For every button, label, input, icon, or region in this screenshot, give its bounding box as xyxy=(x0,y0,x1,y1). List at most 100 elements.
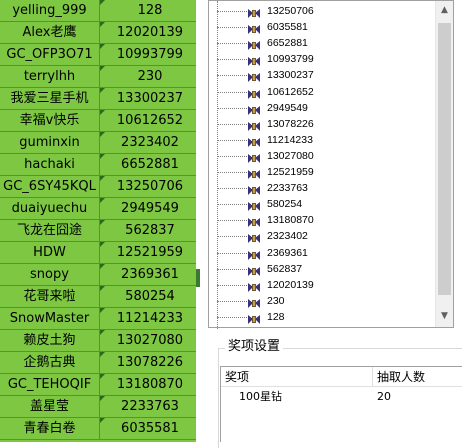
name-cell[interactable]: 盖星莹 xyxy=(0,396,100,417)
value-cell[interactable]: 13250706 xyxy=(100,176,200,197)
table-row[interactable]: hachaki 6652881 xyxy=(0,154,200,176)
tree-item[interactable]: 6035581 xyxy=(209,19,437,37)
node-icon xyxy=(247,53,261,69)
table-row[interactable]: Alex老鹰 12020139 xyxy=(0,22,200,44)
tree-connector xyxy=(217,252,247,254)
name-cell[interactable]: snopy xyxy=(0,264,100,285)
table-row[interactable]: yelling_999 128 xyxy=(0,0,200,22)
table-row[interactable]: HDW 12521959 xyxy=(0,242,200,264)
table-row[interactable]: GC_TEHOQIF 13180870 xyxy=(0,374,200,396)
name-cell[interactable]: HDW xyxy=(0,242,100,263)
tree-item-label: 13250706 xyxy=(267,5,314,17)
value-cell[interactable]: 6652881 xyxy=(100,154,200,175)
value-cell[interactable]: 12020139 xyxy=(100,22,200,43)
tree-item[interactable]: 580254 xyxy=(209,196,437,214)
tree-item-label: 10993799 xyxy=(267,53,314,66)
value-cell[interactable]: 2369361 xyxy=(100,264,200,285)
tree-item[interactable]: 11214233 xyxy=(209,132,437,149)
value-cell[interactable]: 10993799 xyxy=(100,44,200,65)
tree-connector xyxy=(217,75,247,77)
table-row[interactable]: 花哥来啦 580254 xyxy=(0,286,200,308)
tree-scrollbar[interactable]: ▲ ▼ xyxy=(435,1,453,327)
name-cell[interactable]: terrylhh xyxy=(0,66,100,87)
name-cell[interactable]: SnowMaster xyxy=(0,308,100,329)
tree-item[interactable]: 12020139 xyxy=(209,277,437,294)
table-row[interactable]: 企鹅古典 13078226 xyxy=(0,352,200,374)
table-row[interactable]: guminxin 2323402 xyxy=(0,132,200,154)
value-cell[interactable]: 10612652 xyxy=(100,110,200,131)
table-row[interactable]: snopy 2369361 xyxy=(0,264,200,286)
column-header-count[interactable]: 抽取人数 xyxy=(373,367,462,387)
name-cell[interactable]: 青春白卷 xyxy=(0,418,100,439)
prize-table[interactable]: 奖项 抽取人数 100星钻 20 xyxy=(220,366,462,442)
tree-item[interactable]: 2323402 xyxy=(209,228,437,246)
tree-item[interactable]: 13180870 xyxy=(209,212,437,230)
scroll-up-arrow[interactable]: ▲ xyxy=(436,1,453,19)
value-cell[interactable]: 230 xyxy=(100,66,200,87)
value-cell[interactable]: 13027080 xyxy=(100,330,200,351)
tree-item-label: 12020139 xyxy=(267,278,314,291)
tree-list[interactable]: ▲ ▼ 13250706 6035581 6652881 10993799 133002… xyxy=(208,0,454,329)
name-cell[interactable]: 飞龙在囧途 xyxy=(0,220,100,241)
table-row[interactable]: 盖星莹 2233763 xyxy=(0,396,200,418)
tree-item[interactable]: 128 xyxy=(209,309,437,326)
table-row[interactable]: 赖皮土狗 13027080 xyxy=(0,330,200,352)
scroll-thumb[interactable] xyxy=(438,23,451,295)
value-cell[interactable]: 2323402 xyxy=(100,132,200,153)
value-cell[interactable]: 2233763 xyxy=(100,396,200,417)
name-cell[interactable]: 我爱三星手机 xyxy=(0,88,100,109)
name-cell[interactable]: hachaki xyxy=(0,154,100,175)
name-cell[interactable]: duaiyuechu xyxy=(0,198,100,219)
value-cell[interactable]: 13078226 xyxy=(100,352,200,373)
count-cell[interactable]: 20 xyxy=(377,387,391,407)
prize-cell[interactable]: 100星钻 xyxy=(239,387,282,407)
tree-connector xyxy=(217,139,247,141)
table-row[interactable]: 幸福v快乐 10612652 xyxy=(0,110,200,132)
name-cell[interactable]: 企鹅古典 xyxy=(0,352,100,373)
name-cell[interactable]: Alex老鹰 xyxy=(0,22,100,43)
value-cell[interactable]: 13180870 xyxy=(100,374,200,395)
column-header-prize[interactable]: 奖项 xyxy=(221,367,373,387)
tree-item-label: 10612652 xyxy=(267,85,314,98)
name-cell[interactable]: GC_6SY45KQL xyxy=(0,176,100,197)
name-cell[interactable]: GC_OFP3O71 xyxy=(0,44,100,65)
value-cell[interactable]: 2949549 xyxy=(100,198,200,219)
value-cell[interactable]: 11214233 xyxy=(100,308,200,329)
tree-item[interactable]: 2233763 xyxy=(209,180,437,198)
name-cell[interactable]: 赖皮土狗 xyxy=(0,330,100,351)
tree-item[interactable]: 230 xyxy=(209,293,437,310)
table-row[interactable]: SnowMaster 11214233 xyxy=(0,308,200,330)
tree-item[interactable]: 13300237 xyxy=(209,67,437,85)
table-row[interactable]: GC_OFP3O71 10993799 xyxy=(0,44,200,66)
value-cell[interactable]: 6035581 xyxy=(100,418,200,439)
value-cell[interactable]: 562837 xyxy=(100,220,200,241)
table-row[interactable]: GC_6SY45KQL 13250706 xyxy=(0,176,200,198)
tree-item[interactable]: 13027080 xyxy=(209,148,437,165)
tree-item[interactable]: 6652881 xyxy=(209,35,437,53)
name-cell[interactable]: guminxin xyxy=(0,132,100,153)
value-cell[interactable]: 580254 xyxy=(100,286,200,307)
tree-item-label: 11214233 xyxy=(267,133,313,146)
table-row[interactable]: duaiyuechu 2949549 xyxy=(0,198,200,220)
name-cell[interactable]: 花哥来啦 xyxy=(0,286,100,307)
table-row[interactable]: 青春白卷 6035581 xyxy=(0,418,200,440)
tree-item[interactable]: 10612652 xyxy=(209,84,437,101)
value-cell[interactable]: 12521959 xyxy=(100,242,200,263)
value-cell[interactable]: 128 xyxy=(100,0,200,21)
tree-item[interactable]: 12521959 xyxy=(209,164,437,181)
tree-item[interactable]: 562837 xyxy=(209,261,437,278)
value-cell[interactable]: 13300237 xyxy=(100,88,200,109)
name-cell[interactable]: GC_TEHOQIF xyxy=(0,374,100,395)
tree-item[interactable]: 13078226 xyxy=(209,116,437,133)
tree-connector xyxy=(217,204,247,206)
scroll-down-arrow[interactable]: ▼ xyxy=(436,307,453,325)
name-cell[interactable]: 幸福v快乐 xyxy=(0,110,100,131)
table-row[interactable]: terrylhh 230 xyxy=(0,66,200,88)
table-row[interactable]: 我爱三星手机 13300237 xyxy=(0,88,200,110)
tree-item[interactable]: 2369361 xyxy=(209,245,437,262)
tree-item[interactable]: 2949549 xyxy=(209,100,437,117)
tree-item[interactable]: 13250706 xyxy=(209,3,437,20)
tree-item[interactable]: 10993799 xyxy=(209,51,437,69)
table-row[interactable]: 飞龙在囧途 562837 xyxy=(0,220,200,242)
name-cell[interactable]: yelling_999 xyxy=(0,0,100,21)
